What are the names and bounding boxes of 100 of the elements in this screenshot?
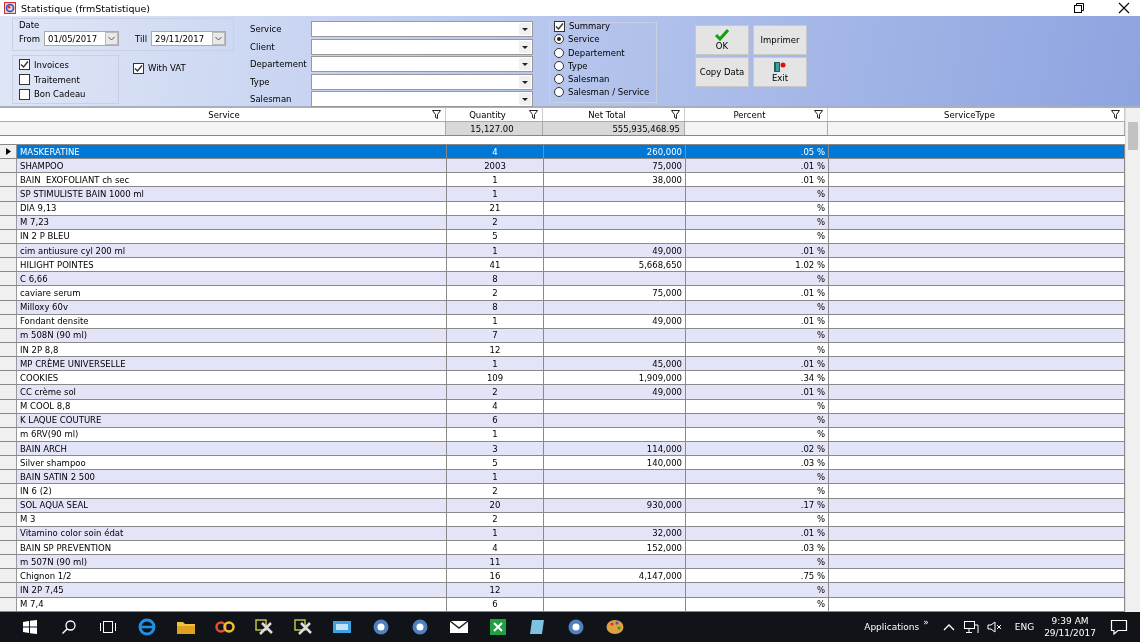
dropdown-icon[interactable]: [519, 40, 531, 53]
table-cell: CC crème sol: [17, 385, 447, 399]
table-cell: C 6,66: [17, 272, 447, 286]
checkbox[interactable]: [19, 88, 30, 100]
caret-icon[interactable]: [942, 622, 955, 632]
speaker-muted-icon[interactable]: [986, 620, 1003, 634]
table-cell: 260,000: [544, 145, 686, 159]
circle-icon[interactable]: [371, 618, 390, 636]
table-cell: cim antiusure cyl 200 ml: [17, 244, 447, 258]
table-cell: IN 2P 7,45: [17, 583, 447, 597]
table-row[interactable]: Chignon 1/2 16 4,147,000 .75 %: [0, 569, 1125, 584]
radio-button[interactable]: [554, 34, 564, 45]
loop-icon[interactable]: [214, 620, 235, 634]
table-row[interactable]: caviare serum 2 75,000 .01 %: [0, 286, 1125, 301]
table-cell: M 3: [17, 512, 447, 526]
dropdown-icon[interactable]: [519, 75, 531, 88]
table-row[interactable]: m 507N (90 ml) 11 %: [0, 555, 1125, 570]
dropdown-icon[interactable]: [519, 93, 531, 105]
table-cell: 38,000: [544, 173, 686, 187]
filter-icon[interactable]: [814, 110, 823, 119]
table-row[interactable]: HILIGHT POINTES 41 5,668,650 1.02 %: [0, 258, 1125, 273]
table-row[interactable]: SP STIMULISTE BAIN 1000 ml 1 %: [0, 187, 1125, 202]
row-header[interactable]: [0, 145, 17, 159]
table-cell: 152,000: [544, 540, 686, 555]
table-cell: BAIN SATIN 2 500: [17, 470, 447, 484]
dropdown-icon[interactable]: [519, 23, 531, 35]
table-row[interactable]: IN 2P 7,45 12 %: [0, 583, 1125, 598]
table-row[interactable]: Silver shampoo 5 140,000 .03 %: [0, 456, 1125, 471]
spreadsheet-icon[interactable]: [488, 618, 507, 636]
table-cell: 49,000: [544, 244, 686, 258]
task-view-icon[interactable]: [98, 620, 117, 634]
exit-button[interactable]: Exit: [753, 57, 807, 87]
table-cell: 2: [447, 286, 544, 300]
language-indicator[interactable]: ENG: [1014, 622, 1035, 632]
dropdown-field[interactable]: [311, 38, 533, 55]
check-icon: [20, 60, 29, 70]
table-cell: Silver shampoo: [17, 456, 447, 470]
ok-button[interactable]: OK: [695, 25, 749, 55]
circle-icon[interactable]: [566, 618, 585, 636]
chevron-button[interactable]: »: [923, 617, 929, 627]
scrollbar[interactable]: [1125, 108, 1140, 612]
table-cell: 140,000: [544, 456, 686, 470]
dropdown-field[interactable]: [311, 91, 533, 107]
radio-label: Service: [568, 34, 600, 45]
dropdown-icon[interactable]: [519, 58, 531, 70]
circle-icon[interactable]: [410, 618, 429, 636]
palette-icon[interactable]: [604, 618, 625, 636]
radio-button[interactable]: [554, 60, 564, 71]
dropdown-field[interactable]: [311, 56, 533, 72]
table-cell: 75,000: [544, 159, 686, 173]
checkbox[interactable]: [554, 20, 565, 32]
restore-icon[interactable]: [1073, 2, 1085, 14]
browser-icon[interactable]: [137, 618, 156, 636]
action-button[interactable]: Imprimer: [753, 25, 807, 55]
tile-icon[interactable]: [527, 618, 546, 636]
table-cell: 2003: [447, 159, 544, 173]
tools-icon[interactable]: [253, 618, 274, 636]
radio-button[interactable]: [554, 74, 564, 85]
close-icon[interactable]: [1118, 2, 1130, 14]
date-field[interactable]: 29/11/2017: [151, 31, 227, 46]
table-cell: %: [686, 413, 829, 427]
table-row[interactable]: MP CRÈME UNIVERSELLE 1 45,000 .01 %: [0, 357, 1125, 372]
folder-icon[interactable]: [175, 619, 196, 635]
table-row[interactable]: CC crème sol 2 49,000 .01 %: [0, 385, 1125, 400]
field-label: Till: [135, 33, 148, 44]
dropdown-field[interactable]: [311, 73, 533, 90]
table-cell: .01 %: [686, 159, 829, 173]
clock[interactable]: 9:39 AM 29/11/2017: [1044, 615, 1096, 639]
table-row[interactable]: MASKERATINE 4 260,000 .05 %: [0, 145, 1125, 160]
checkbox[interactable]: [133, 62, 144, 74]
envelope-icon[interactable]: [448, 620, 469, 634]
notification-icon[interactable]: [1110, 619, 1128, 635]
table-row[interactable]: BAIN SATIN 2 500 1 %: [0, 470, 1125, 485]
windows-icon[interactable]: [21, 619, 38, 635]
table-row[interactable]: COOKIES 109 1,909,000 .34 %: [0, 371, 1125, 386]
checkbox[interactable]: [19, 59, 30, 71]
network-icon[interactable]: [962, 620, 979, 634]
filter-icon[interactable]: [1111, 110, 1120, 119]
table-cell: M 7,4: [17, 597, 447, 611]
filter-icon[interactable]: [671, 110, 680, 119]
table-row[interactable]: IN 6 (2) 2 %: [0, 484, 1125, 499]
date-field[interactable]: 01/05/2017: [44, 31, 120, 46]
table-cell: 45,000: [544, 357, 686, 371]
radio-button[interactable]: [554, 87, 564, 98]
search-icon[interactable]: [60, 619, 77, 635]
table-row[interactable]: BAIN EXOFOLIANT ch sec 1 38,000 .01 %: [0, 173, 1125, 188]
tools-icon[interactable]: [292, 618, 313, 636]
filter-icon[interactable]: [432, 110, 441, 119]
dropdown-field[interactable]: [311, 21, 533, 37]
table-cell: IN 2P 8,8: [17, 342, 447, 357]
table-row[interactable]: C 6,66 8 %: [0, 272, 1125, 287]
table-row[interactable]: SHAMPOO 2003 75,000 .01 %: [0, 159, 1125, 174]
table-cell: 12: [447, 342, 544, 357]
toolbar-label[interactable]: Applications: [864, 622, 920, 632]
filter-icon[interactable]: [529, 110, 538, 119]
action-button[interactable]: Copy Data: [695, 57, 749, 87]
checkbox[interactable]: [19, 74, 30, 85]
table-cell: 4: [447, 145, 544, 159]
radio-button[interactable]: [554, 47, 564, 58]
monitor-icon[interactable]: [331, 619, 352, 635]
